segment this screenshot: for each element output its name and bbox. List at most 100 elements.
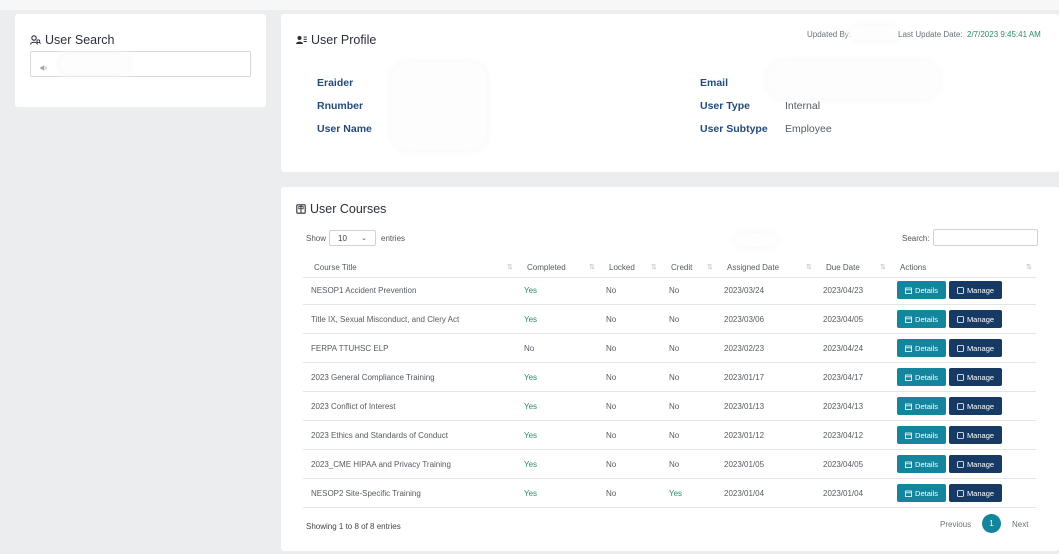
completed-cell: Yes — [524, 489, 538, 498]
credit-cell: No — [669, 344, 680, 353]
entries-select-value: 10 — [338, 234, 347, 243]
details-button[interactable]: Details — [897, 368, 946, 386]
details-label: Details — [915, 285, 938, 295]
user-subtype-label: User Subtype — [700, 123, 768, 135]
last-update-label: Last Update Date: — [898, 30, 963, 39]
details-label: Details — [915, 372, 938, 382]
calendar-icon — [905, 461, 912, 468]
completed-cell: Yes — [524, 373, 538, 382]
user-search-input[interactable] — [30, 51, 251, 77]
col-header-credit[interactable]: Credit — [671, 263, 692, 272]
edit-icon — [957, 286, 964, 294]
top-strip — [0, 0, 1059, 10]
manage-button[interactable]: Manage — [949, 281, 1002, 299]
manage-button[interactable]: Manage — [949, 484, 1002, 502]
row-divider — [303, 449, 1036, 450]
manage-button[interactable]: Manage — [949, 397, 1002, 415]
edit-icon — [957, 489, 964, 497]
details-label: Details — [915, 430, 938, 440]
user-courses-title: User Courses — [296, 202, 386, 216]
entries-select[interactable]: 10 ⌄ — [329, 230, 376, 246]
manage-label: Manage — [966, 401, 995, 411]
book-icon — [296, 204, 306, 214]
row-divider — [303, 507, 1036, 508]
entries-label: entries — [381, 234, 406, 243]
user-type-label: User Type — [700, 100, 750, 112]
manage-button[interactable]: Manage — [949, 310, 1002, 328]
col-header-locked[interactable]: Locked — [609, 263, 635, 272]
course-title-cell: NESOP1 Accident Prevention — [311, 286, 417, 295]
sort-icon: ⇅ — [1026, 264, 1032, 271]
manage-label: Manage — [966, 459, 995, 469]
assigned-date-cell: 2023/01/12 — [724, 431, 765, 440]
details-button[interactable]: Details — [897, 397, 946, 415]
speaker-icon — [40, 59, 49, 77]
user-courses-card: User Courses Show 10 ⌄ entries Search: C… — [281, 187, 1059, 551]
credit-cell: No — [669, 286, 680, 295]
manage-button[interactable]: Manage — [949, 368, 1002, 386]
credit-cell: No — [669, 315, 680, 324]
details-button[interactable]: Details — [897, 310, 946, 328]
calendar-icon — [905, 403, 912, 410]
course-title-cell: Title IX, Sexual Misconduct, and Clery A… — [311, 315, 460, 324]
redacted-search-value — [59, 55, 129, 73]
sort-icon: ⇅ — [880, 264, 886, 271]
details-label: Details — [915, 314, 938, 324]
details-button[interactable]: Details — [897, 455, 946, 473]
completed-cell: Yes — [524, 315, 538, 324]
pagination-next[interactable]: Next — [1012, 520, 1028, 529]
eraider-label: Eraider — [317, 77, 354, 89]
assigned-date-cell: 2023/01/04 — [724, 489, 765, 498]
user-search-icon — [30, 35, 41, 45]
user-list-icon — [296, 36, 307, 44]
sort-icon: ⇅ — [707, 264, 713, 271]
due-date-cell: 2023/04/12 — [823, 431, 864, 440]
redacted-header-mark — [736, 233, 776, 247]
sort-icon: ⇅ — [651, 264, 657, 271]
credit-cell: No — [669, 373, 680, 382]
calendar-icon — [905, 432, 912, 439]
user-profile-card: User Profile Updated By: Last Update Dat… — [281, 14, 1059, 172]
details-button[interactable]: Details — [897, 339, 946, 357]
header-divider — [303, 277, 1036, 278]
course-title-cell: 2023 Ethics and Standards of Conduct — [311, 431, 448, 440]
table-search-input[interactable] — [933, 229, 1038, 246]
due-date-cell: 2023/04/05 — [823, 460, 864, 469]
manage-button[interactable]: Manage — [949, 426, 1002, 444]
rnumber-label: Rnumber — [317, 100, 364, 112]
calendar-icon — [905, 345, 912, 352]
col-header-actions: Actions — [900, 263, 927, 272]
manage-button[interactable]: Manage — [949, 455, 1002, 473]
details-label: Details — [915, 343, 938, 353]
col-header-course-title[interactable]: Course Title — [314, 263, 357, 272]
manage-label: Manage — [966, 314, 995, 324]
username-label: User Name — [317, 123, 372, 135]
assigned-date-cell: 2023/03/06 — [724, 315, 765, 324]
row-divider — [303, 362, 1036, 363]
completed-cell: Yes — [524, 286, 538, 295]
user-subtype-value: Employee — [785, 123, 832, 135]
details-button[interactable]: Details — [897, 426, 946, 444]
due-date-cell: 2023/01/04 — [823, 489, 864, 498]
credit-cell: No — [669, 402, 680, 411]
col-header-completed[interactable]: Completed — [527, 263, 566, 272]
credit-cell: No — [669, 431, 680, 440]
manage-button[interactable]: Manage — [949, 339, 1002, 357]
col-header-due-date[interactable]: Due Date — [826, 263, 860, 272]
edit-icon — [957, 431, 964, 439]
manage-label: Manage — [966, 372, 995, 382]
due-date-cell: 2023/04/23 — [823, 286, 864, 295]
completed-cell: Yes — [524, 431, 538, 440]
user-search-card: User Search — [15, 14, 266, 107]
due-date-cell: 2023/04/13 — [823, 402, 864, 411]
locked-cell: No — [606, 344, 617, 353]
email-label: Email — [700, 77, 729, 89]
details-button[interactable]: Details — [897, 281, 946, 299]
details-button[interactable]: Details — [897, 484, 946, 502]
pagination-page-1[interactable]: 1 — [982, 514, 1001, 533]
col-header-assigned-date[interactable]: Assigned Date — [727, 263, 779, 272]
locked-cell: No — [606, 489, 617, 498]
course-title-cell: 2023 Conflict of Interest — [311, 402, 396, 411]
credit-cell: Yes — [669, 489, 683, 498]
pagination-previous[interactable]: Previous — [940, 520, 971, 529]
